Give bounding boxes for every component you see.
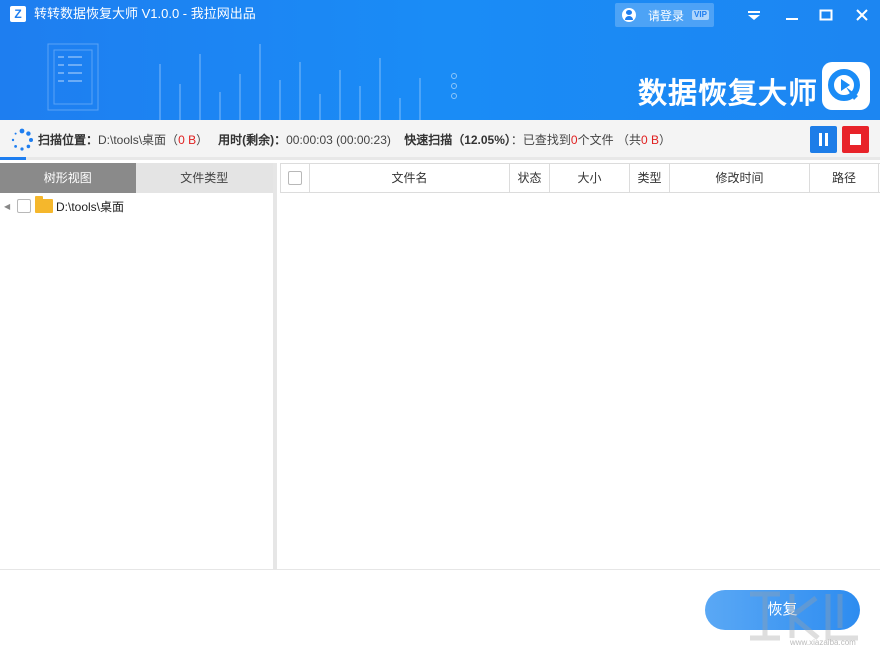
tab-file-type[interactable]: 文件类型: [135, 163, 273, 193]
found-suffix: 个文件 （共: [577, 133, 641, 147]
column-filename[interactable]: 文件名: [310, 164, 510, 192]
total-suffix: ）: [658, 133, 671, 147]
column-size[interactable]: 大小: [550, 164, 630, 192]
app-logo-icon: Z: [10, 6, 26, 22]
left-panel: 树形视图 文件类型 ◀ D:\tools\桌面: [0, 163, 277, 569]
window-title: 转转数据恢复大师 V1.0.0 - 我拉网出品: [34, 6, 256, 21]
scan-progress-bar: [0, 157, 880, 160]
menu-dropdown-icon[interactable]: [744, 5, 764, 25]
tree-item-checkbox[interactable]: [17, 199, 31, 213]
pause-button[interactable]: [810, 126, 837, 153]
table-header: 文件名 状态 大小 类型 修改时间 路径: [280, 163, 880, 193]
header-decoration-graphic: [47, 43, 457, 120]
elapsed-time-label: 用时(剩余)：: [218, 133, 287, 147]
tab-tree-view[interactable]: 树形视图: [0, 163, 136, 193]
scan-status-bar: 扫描位置：D:\tools\桌面（0 B） 用时(剩余)：00:00:03 (0…: [0, 120, 880, 160]
scan-location-label: 扫描位置：: [38, 133, 99, 147]
scan-progress-fill: [0, 157, 27, 160]
found-prefix: ：已查找到: [510, 133, 571, 147]
select-all-checkbox[interactable]: [288, 171, 302, 185]
brand-logo-icon: [822, 62, 870, 110]
tree-item[interactable]: ◀ D:\tools\桌面: [0, 196, 125, 215]
watermark-url: www.xiazaiba.com: [790, 638, 856, 647]
user-icon: [622, 8, 636, 22]
found-count: 0: [570, 133, 578, 147]
close-icon[interactable]: [852, 5, 872, 25]
scan-location-size-open: （: [166, 133, 179, 147]
header-select-all[interactable]: [280, 164, 310, 192]
elapsed-time-value: 00:00:03 (00:00:23): [286, 133, 391, 147]
stop-button[interactable]: [842, 126, 869, 153]
login-button[interactable]: 请登录 VIP: [615, 3, 714, 27]
scan-location-size: 0 B: [178, 133, 197, 147]
tree-expand-icon[interactable]: ◀: [4, 202, 12, 211]
file-table: 文件名 状态 大小 类型 修改时间 路径: [280, 163, 880, 569]
total-size: 0 B: [640, 133, 659, 147]
column-modified-time[interactable]: 修改时间: [670, 164, 810, 192]
folder-icon: [35, 196, 53, 213]
scan-mode-label: 快速扫描（12.05%）: [404, 133, 511, 147]
column-path[interactable]: 路径: [810, 164, 879, 192]
maximize-icon[interactable]: [816, 5, 836, 25]
tree-item-label: D:\tools\桌面: [56, 199, 125, 214]
scan-status-text: 扫描位置：D:\tools\桌面（0 B） 用时(剩余)：00:00:03 (0…: [38, 132, 671, 148]
column-status[interactable]: 状态: [510, 164, 550, 192]
view-tabs: 树形视图 文件类型: [0, 163, 273, 193]
vip-badge: VIP: [692, 10, 709, 20]
login-label: 请登录: [648, 8, 685, 23]
scan-location-path: D:\tools\桌面: [98, 133, 167, 147]
minimize-icon[interactable]: [782, 5, 802, 25]
column-type[interactable]: 类型: [630, 164, 670, 192]
brand-title: 数据恢复大师: [638, 78, 819, 110]
app-header: Z 转转数据恢复大师 V1.0.0 - 我拉网出品 请登录 VIP 数据恢复大师: [0, 0, 880, 120]
recover-button[interactable]: 恢复: [705, 590, 860, 630]
scan-location-size-close: ）: [196, 133, 209, 147]
loading-spinner-icon: [11, 128, 33, 151]
